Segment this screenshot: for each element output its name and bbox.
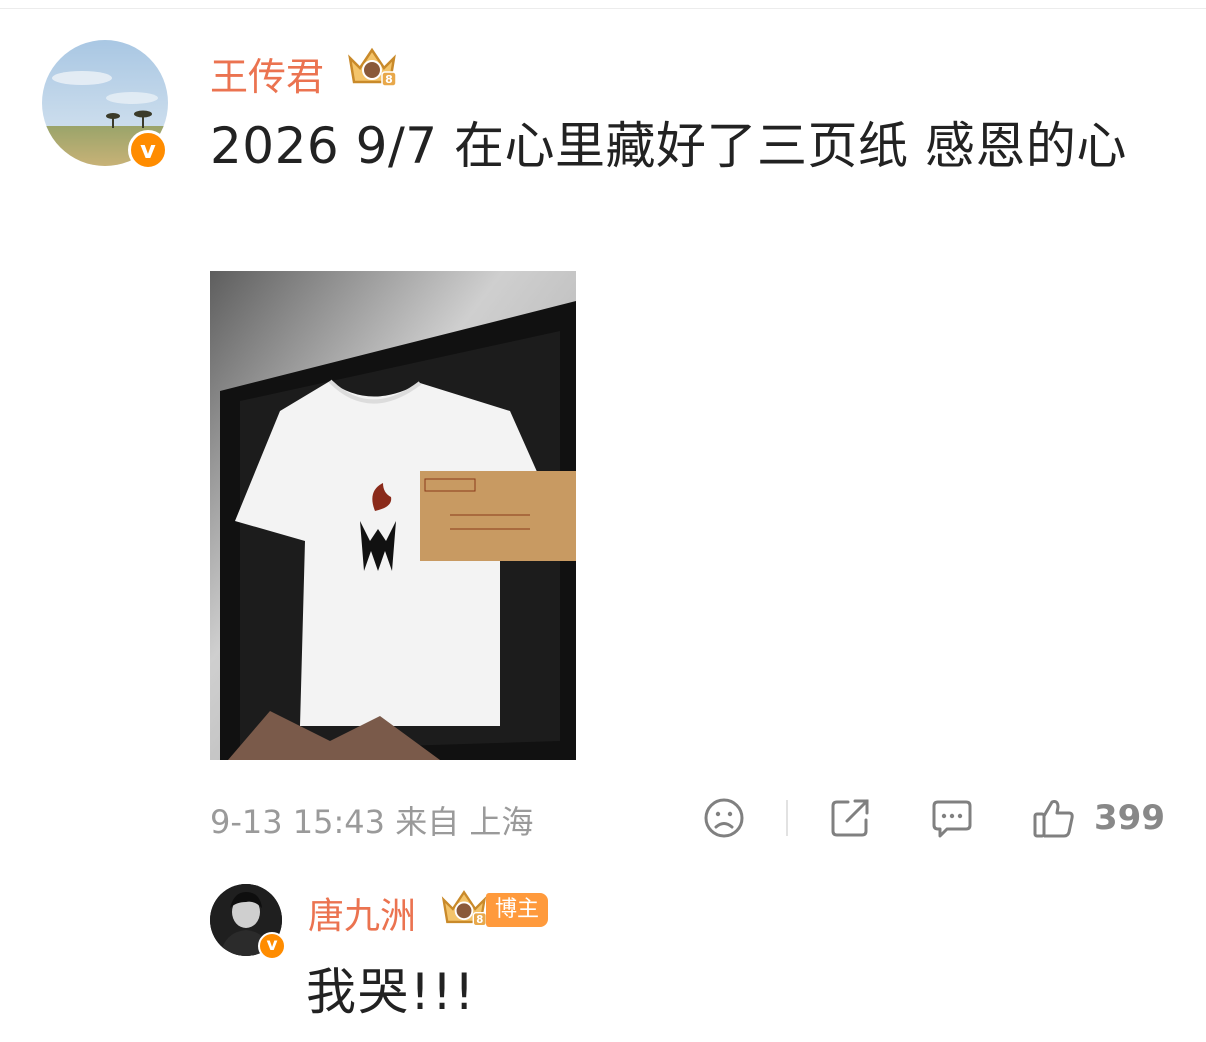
post-text: 2026 9/7 在心里藏好了三页纸 感恩的心 xyxy=(210,117,1127,175)
crown-member-icon: 8 xyxy=(348,47,397,87)
svg-text:8: 8 xyxy=(476,915,483,926)
thumbs-up-icon xyxy=(1033,800,1074,838)
post-image[interactable] xyxy=(210,271,576,760)
top-divider xyxy=(0,8,1206,9)
share-button[interactable] xyxy=(828,796,872,840)
comment-button[interactable] xyxy=(930,796,974,840)
post-username[interactable]: 王传君 xyxy=(210,46,324,101)
like-button[interactable] xyxy=(1032,796,1076,840)
share-icon xyxy=(831,799,869,837)
reply-crown-member-icon: 8 xyxy=(441,890,487,927)
reply-text: 我哭!!! xyxy=(306,963,477,1021)
dislike-button[interactable] xyxy=(702,796,746,840)
sad-face-icon xyxy=(704,798,744,838)
tshirt-photo xyxy=(210,271,576,760)
post-meta-time-location: 9-13 15:43 来自 上海 xyxy=(210,803,534,841)
action-separator xyxy=(786,800,788,836)
blogger-badge: 博主 xyxy=(486,893,549,927)
reply-verified-badge-icon: v xyxy=(258,932,286,960)
comment-icon xyxy=(932,800,972,838)
verified-badge-icon: v xyxy=(128,130,168,170)
reply-username[interactable]: 唐九洲 xyxy=(308,887,416,939)
like-count: 399 xyxy=(1094,798,1165,838)
svg-text:8: 8 xyxy=(385,73,393,86)
